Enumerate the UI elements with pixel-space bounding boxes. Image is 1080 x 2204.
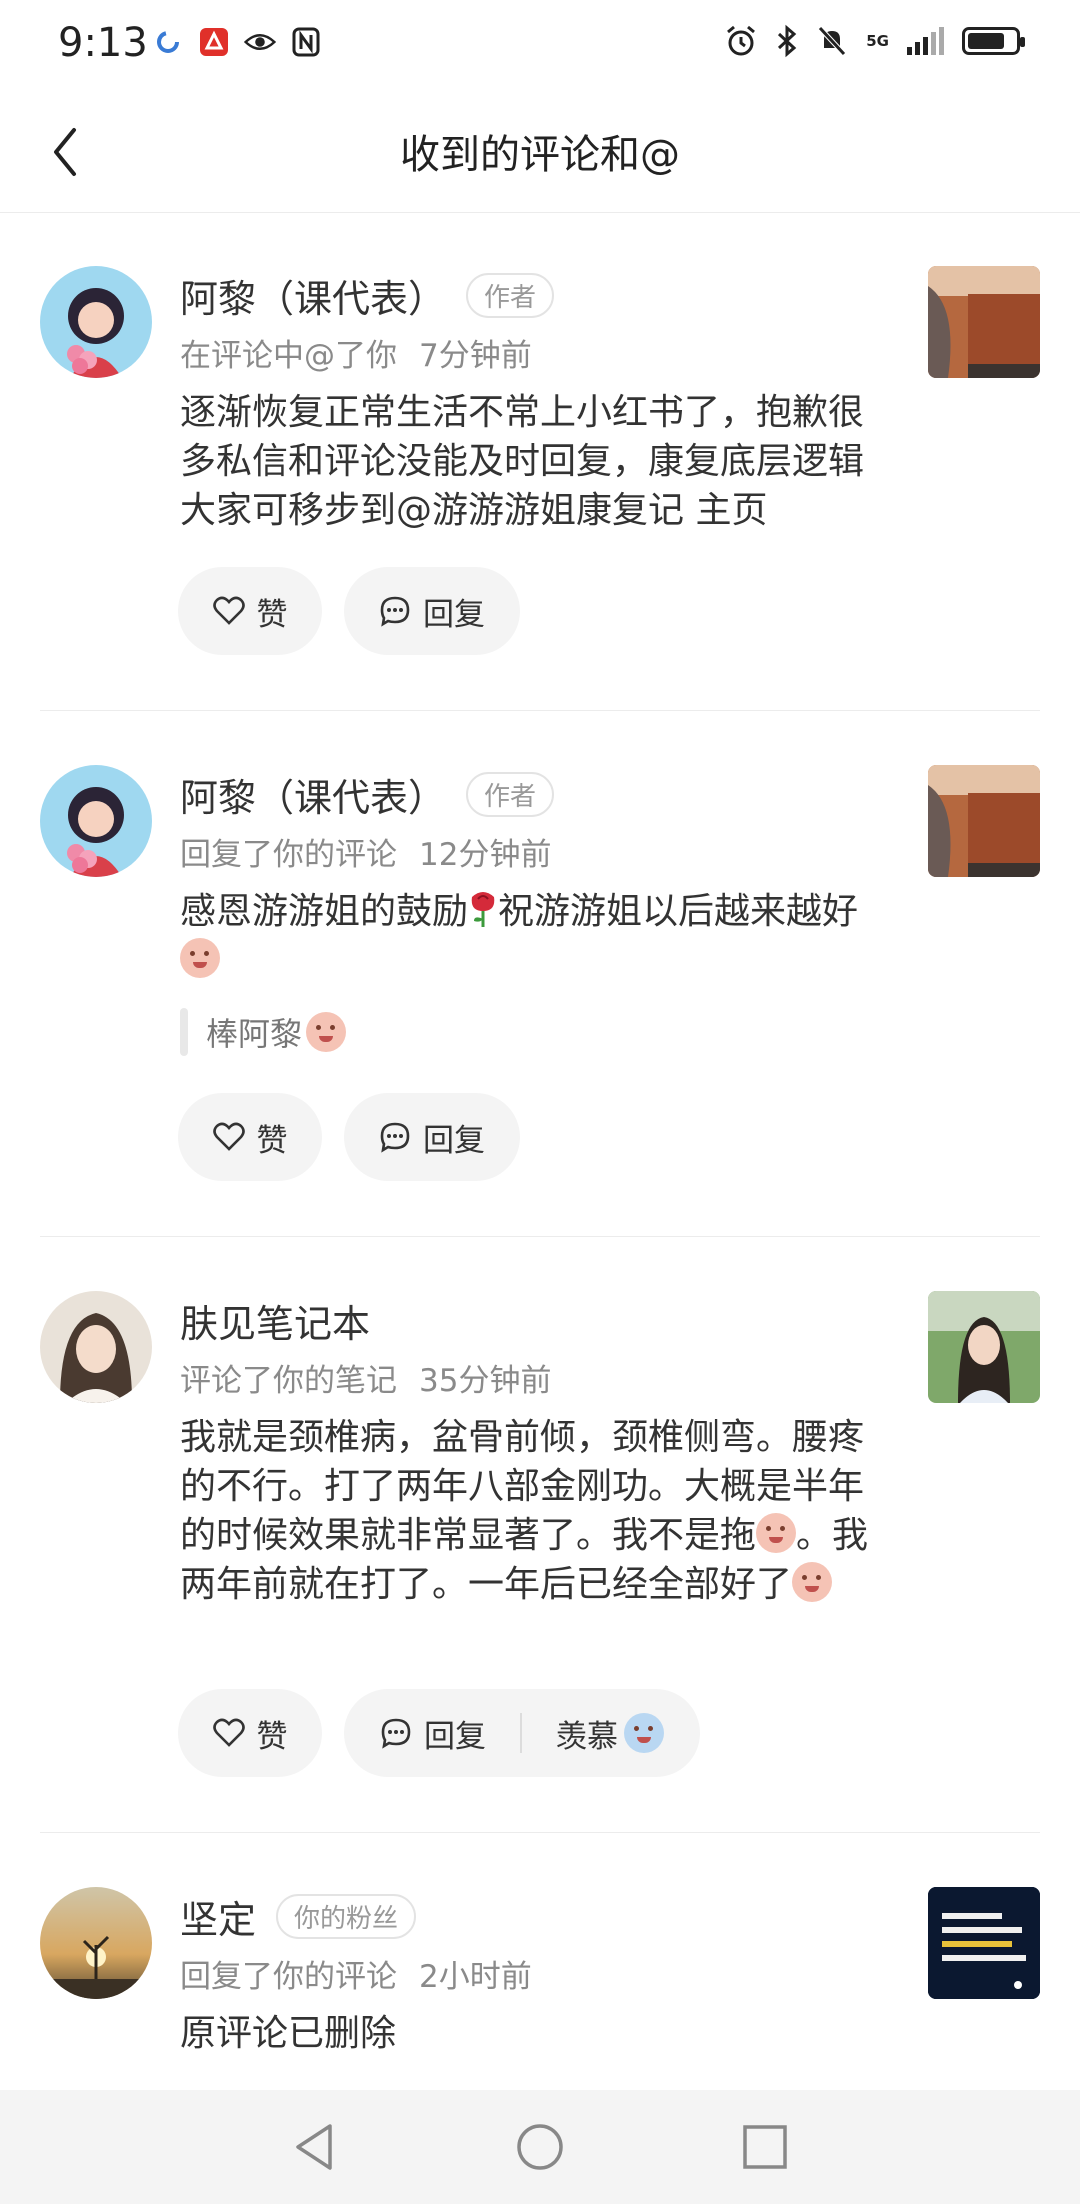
app-notification-icon [198,26,230,58]
note-thumbnail[interactable] [928,1887,1040,1999]
shy-face-emoji-icon [180,938,220,978]
comment-header: 肤见笔记本 [180,1293,370,1348]
sync-icon [152,26,184,58]
comment-action: 在评论中@了你 [180,338,397,374]
divider [40,1236,1040,1237]
comment-time: 12分钟前 [419,837,552,873]
note-thumbnail[interactable] [928,266,1040,378]
comment-header: 阿黎（课代表） 作者 [180,767,555,822]
avatar[interactable] [40,1887,152,1999]
comment-meta: 评论了你的笔记 35分钟前 [180,1355,551,1400]
comment-meta: 在评论中@了你 7分钟前 [180,330,532,375]
reply-button-group: 回复 羡慕 [344,1689,700,1777]
system-navigation-bar [0,2090,1080,2204]
comment-time: 35分钟前 [419,1363,552,1399]
nav-home-icon[interactable] [513,2120,567,2174]
author-tag: 作者 [466,273,555,318]
comment-header: 坚定 你的粉丝 [180,1889,417,1944]
comment-action: 评论了你的笔记 [180,1363,397,1399]
user-name[interactable]: 坚定 [180,1889,256,1944]
comment-text[interactable]: 逐渐恢复正常生活不常上小红书了，抱歉很多私信和评论没能及时回复，康复底层逻辑大家… [180,388,890,535]
quote-text: 棒阿黎 [206,1015,303,1053]
crying-face-emoji-icon [792,1562,833,1602]
nav-recents-icon[interactable] [738,2120,792,2174]
reply-button[interactable]: 回复 [380,1711,486,1756]
status-time: 9:13 [58,20,148,66]
page-title: 收到的评论和@ [400,132,680,178]
user-name[interactable]: 阿黎（课代表） [180,268,446,323]
reply-button[interactable]: 回复 [344,1093,520,1181]
network-type-label: 5G [866,31,889,50]
note-thumbnail[interactable] [928,765,1040,877]
comment-action: 回复了你的评论 [180,1959,397,1995]
quoted-comment[interactable]: 棒阿黎 [180,1008,347,1056]
battery-icon [962,27,1025,55]
chat-bubble-icon [381,1718,411,1749]
avatar[interactable] [40,266,152,378]
status-system-icons: 5G [724,24,1025,58]
rose-emoji-icon [471,892,495,927]
avatar[interactable] [40,1291,152,1403]
comment-header: 阿黎（课代表） 作者 [180,268,555,323]
comment-time: 2小时前 [419,1959,532,1995]
comment-text-part: 祝游游姐以后越来越好 [498,891,859,932]
comment-action: 回复了你的评论 [180,837,397,873]
like-button[interactable]: 赞 [178,1689,322,1777]
reply-label: 回复 [423,1122,485,1159]
heart-icon [212,1718,245,1747]
fan-tag: 你的粉丝 [276,1894,417,1939]
comment-text[interactable]: 原评论已删除 [180,2009,890,2058]
eye-icon [244,26,276,58]
button-separator [520,1713,522,1753]
heart-icon [212,596,245,625]
crying-face-emoji-icon [756,1513,797,1553]
like-label: 赞 [256,596,288,633]
like-label: 赞 [256,1122,288,1159]
envy-emoji-icon [624,1713,664,1753]
nfc-icon [290,26,322,58]
quick-reply-label: 羡慕 [556,1718,618,1755]
note-thumbnail[interactable] [928,1291,1040,1403]
comment-time: 7分钟前 [419,338,532,374]
like-label: 赞 [256,1718,288,1755]
mute-bell-icon [818,26,847,56]
quick-reply-envy-button[interactable]: 羡慕 [556,1711,664,1756]
quote-bar [180,1008,188,1056]
top-bar: 收到的评论和@ [0,92,1080,213]
divider [40,710,1040,711]
status-notification-icons [152,26,322,58]
shy-face-emoji-icon [306,1012,347,1052]
nav-back-icon[interactable] [288,2120,342,2174]
reply-label: 回复 [423,596,485,633]
user-name[interactable]: 肤见笔记本 [180,1293,370,1348]
heart-icon [212,1122,245,1151]
user-name[interactable]: 阿黎（课代表） [180,767,446,822]
chat-bubble-icon [380,596,410,627]
avatar[interactable] [40,765,152,877]
comment-text[interactable]: 我就是颈椎病，盆骨前倾，颈椎侧弯。腰疼的不行。打了两年八部金刚功。大概是半年的时… [180,1413,890,1609]
divider [40,1832,1040,1833]
comment-meta: 回复了你的评论 2小时前 [180,1951,532,1996]
signal-icon [907,27,944,55]
like-button[interactable]: 赞 [178,567,322,655]
bluetooth-icon [778,24,797,58]
author-tag: 作者 [466,772,555,817]
comment-meta: 回复了你的评论 12分钟前 [180,829,551,874]
comment-text[interactable]: 感恩游游姐的鼓励 祝游游姐以后越来越好 [180,887,890,985]
chat-bubble-icon [380,1122,410,1153]
reply-button[interactable]: 回复 [344,567,520,655]
status-bar: 9:13 5G [0,0,1080,92]
reply-label: 回复 [424,1718,486,1755]
comment-text-part: 感恩游游姐的鼓励 [180,891,469,932]
alarm-icon [727,25,756,56]
like-button[interactable]: 赞 [178,1093,322,1181]
